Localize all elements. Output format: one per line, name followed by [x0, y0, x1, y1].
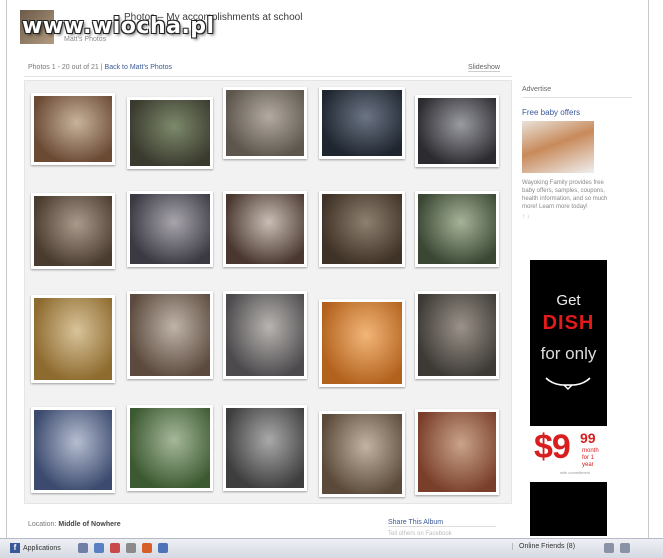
photo-thumbnail[interactable] [319, 411, 405, 497]
dish-for-only-text: for only [540, 344, 597, 363]
photo-thumbnail[interactable] [127, 291, 213, 379]
location-value[interactable]: Middle of Nowhere [58, 521, 120, 528]
photo-image [322, 194, 402, 264]
photo-thumbnail[interactable] [319, 299, 405, 387]
photo-image [130, 194, 210, 264]
notifications-icon[interactable] [604, 543, 614, 553]
divider [24, 76, 512, 77]
photo-thumbnail[interactable] [415, 409, 499, 495]
breadcrumb: Photos 1 - 20 out of 21 | Back to Matt's… [28, 64, 172, 71]
photo-image [226, 294, 304, 376]
photo-image [418, 412, 496, 492]
photo-thumbnail[interactable] [31, 295, 115, 383]
photo-thumbnail[interactable] [415, 291, 499, 379]
photo-thumbnail[interactable] [31, 93, 115, 165]
photo-thumbnail[interactable] [415, 191, 499, 267]
share-subtext: Tell others on Facebook [388, 531, 452, 537]
slideshow-link[interactable]: Slideshow [468, 64, 500, 72]
dish-price: $9 [534, 428, 571, 466]
photo-image [130, 294, 210, 376]
dish-term: for 1 year [582, 455, 595, 468]
app-shortcuts [78, 543, 168, 553]
photo-thumbnail[interactable] [31, 193, 115, 269]
photo-thumbnail[interactable] [415, 95, 499, 167]
photo-image [418, 98, 496, 164]
photo-image [226, 408, 304, 488]
dish-fine-print: with commitment [560, 470, 591, 475]
ad-text: Wayoking Family provides free baby offer… [522, 180, 608, 210]
photo-thumbnail[interactable] [223, 87, 307, 159]
photo-image [34, 96, 112, 162]
applications-label: Applications [23, 544, 61, 552]
photo-thumbnail[interactable] [223, 291, 307, 379]
photo-image [226, 194, 304, 264]
photo-thumbnail[interactable] [319, 191, 405, 267]
groups-icon[interactable] [94, 543, 104, 553]
photo-count: Photos 1 - 20 out of 21 [28, 64, 99, 71]
photo-image [226, 90, 304, 156]
photo-image [34, 196, 112, 266]
dish-month: month [582, 448, 599, 454]
photo-image [130, 100, 210, 166]
back-to-photos-link[interactable]: Back to Matt's Photos [105, 64, 172, 71]
online-friends-button[interactable]: Online Friends (8) [512, 543, 575, 550]
photo-thumbnail[interactable] [127, 97, 213, 169]
ad-vote-icons[interactable]: ↑ ↓ [522, 214, 632, 220]
dish-banner-ad[interactable]: Get DISH for only $9 99 month for 1 year … [530, 260, 607, 536]
dish-logo-icon [545, 377, 591, 390]
photo-grid [24, 80, 512, 504]
photo-image [418, 294, 496, 376]
photo-thumbnail[interactable] [31, 407, 115, 493]
photo-thumbnail[interactable] [223, 191, 307, 267]
facebook-icon: f [10, 543, 20, 553]
photo-image [418, 194, 496, 264]
events-icon[interactable] [110, 543, 120, 553]
dish-price-cents: 99 [580, 430, 596, 446]
photo-thumbnail[interactable] [319, 87, 405, 159]
photo-image [34, 410, 112, 490]
ad-title-link[interactable]: Free baby offers [522, 108, 632, 117]
sidebar-heading[interactable]: Advertise [522, 86, 632, 98]
dish-price-box: $9 99 month for 1 year with commitment [530, 426, 607, 482]
photo-image [130, 408, 210, 488]
photo-image [322, 90, 402, 156]
photo-image [34, 298, 112, 380]
site-watermark: www.wiocha.pl [22, 14, 215, 39]
notes-icon[interactable] [126, 543, 136, 553]
links-icon[interactable] [158, 543, 168, 553]
photo-thumbnail[interactable] [223, 405, 307, 491]
photos-icon[interactable] [78, 543, 88, 553]
chat-settings-icon[interactable] [620, 543, 630, 553]
applications-button[interactable]: f Applications [10, 543, 61, 553]
photo-image [322, 302, 402, 384]
album-location: Location: Middle of Nowhere [28, 521, 121, 528]
photo-image [322, 414, 402, 494]
dish-get-text: Get [556, 292, 581, 309]
dish-brand-text: DISH [542, 312, 595, 334]
share-album-link[interactable]: Share This Album [388, 519, 496, 527]
ad-image[interactable] [522, 121, 594, 173]
sidebar: Advertise Free baby offers Wayoking Fami… [522, 86, 632, 220]
tray-icons [604, 543, 630, 553]
photo-thumbnail[interactable] [127, 405, 213, 491]
gifts-icon[interactable] [142, 543, 152, 553]
dish-per-month: month for 1 year [582, 448, 607, 469]
location-label: Location: [28, 521, 57, 528]
facebook-chat-bar: f Applications Online Friends (8) [0, 538, 663, 558]
photo-thumbnail[interactable] [127, 191, 213, 267]
